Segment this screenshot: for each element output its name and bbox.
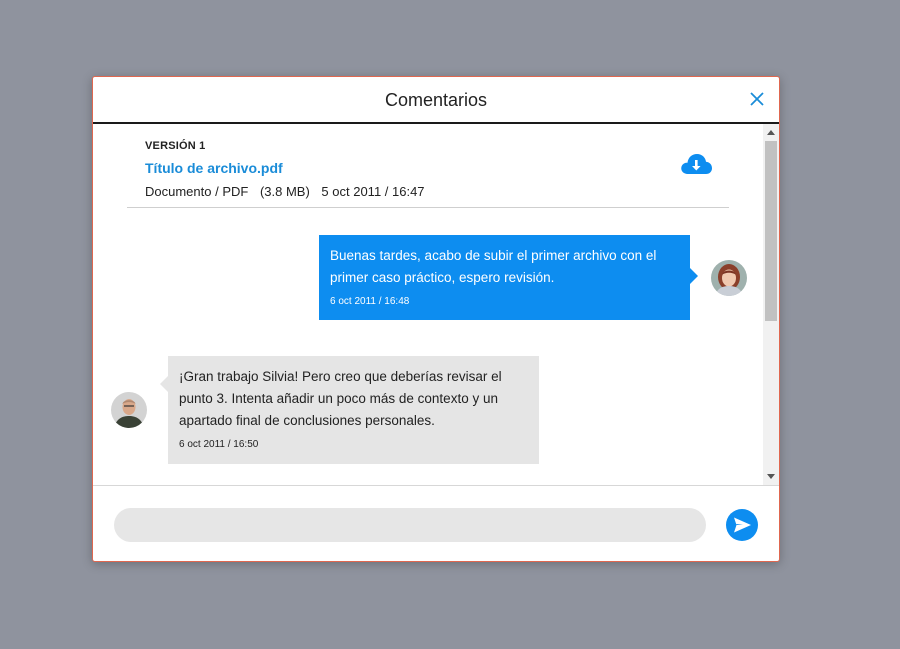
file-divider [127, 207, 729, 208]
message-input[interactable] [114, 508, 706, 542]
comments-thread[interactable]: VERSIÓN 1 Título de archivo.pdf Document… [93, 124, 765, 485]
message-bubble-incoming: ¡Gran trabajo Silvia! Pero creo que debe… [160, 356, 539, 464]
cloud-download-icon[interactable] [679, 152, 713, 176]
send-icon[interactable] [726, 509, 758, 541]
file-info: VERSIÓN 1 Título de archivo.pdf Document… [145, 140, 705, 199]
composer [93, 485, 779, 561]
scrollbar[interactable] [763, 124, 779, 485]
modal-title: Comentarios [384, 90, 488, 110]
scroll-thumb[interactable] [765, 141, 777, 321]
version-label: VERSIÓN 1 [145, 140, 206, 152]
scroll-up-arrow-icon[interactable] [767, 130, 775, 135]
avatar [711, 260, 747, 296]
file-link[interactable]: Título de archivo.pdf [145, 160, 705, 176]
message-bubble-outgoing: Buenas tardes, acabo de subir el primer … [319, 235, 698, 320]
scroll-down-arrow-icon[interactable] [767, 474, 775, 479]
file-type: Documento / PDF [145, 184, 249, 199]
message-text: ¡Gran trabajo Silvia! Pero creo que debe… [179, 369, 502, 428]
message-text: Buenas tardes, acabo de subir el primer … [330, 248, 657, 285]
message-time: 6 oct 2011 / 16:48 [330, 296, 410, 307]
file-date: 5 oct 2011 / 16:47 [321, 184, 425, 199]
file-meta: Documento / PDF (3.8 MB) 5 oct 2011 / 16… [145, 184, 705, 199]
file-size: (3.8 MB) [259, 184, 310, 199]
close-icon[interactable] [749, 91, 765, 107]
modal-header: Comentarios [93, 77, 779, 124]
avatar [111, 392, 147, 428]
message-time: 6 oct 2011 / 16:50 [179, 439, 259, 450]
comments-modal: Comentarios VERSIÓN 1 Título de archivo.… [92, 76, 780, 562]
